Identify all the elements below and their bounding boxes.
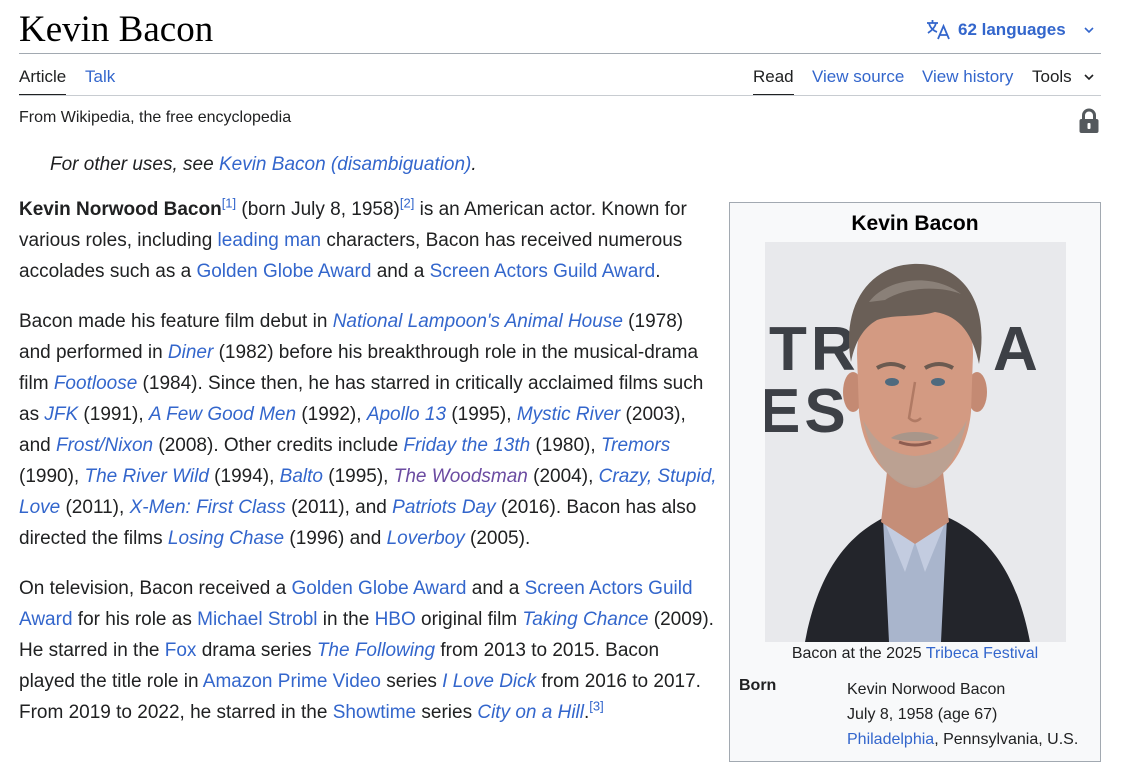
text: in the [317,609,375,630]
text: for his role as [72,609,198,630]
intro-paragraph: Kevin Norwood Bacon[1] (born July 8, 195… [19,194,717,287]
text: (1992), [296,404,367,425]
tools-menu[interactable]: Tools [1032,67,1096,87]
film-link[interactable]: Tremors [601,435,670,456]
text: series [416,702,478,723]
portrait-image[interactable]: TRI A EST [765,242,1066,642]
text: (1994), [208,466,280,487]
text: (1995), [322,466,394,487]
birth-name: Kevin Norwood Bacon [847,681,1006,698]
film-link[interactable]: National Lampoon's Animal House [333,311,623,332]
article-link[interactable]: Showtime [333,702,416,723]
chevron-down-icon [1084,27,1094,34]
portrait-illustration: TRI A EST [765,242,1066,642]
tab-article[interactable]: Article [19,67,67,96]
site-tagline: From Wikipedia, the free encyclopedia [19,109,292,126]
image-caption: Bacon at the 2025 Tribeca Festival [730,645,1100,663]
film-link[interactable]: Friday the 13th [403,435,530,456]
article-link[interactable]: HBO [375,609,416,630]
text: (2011), and [285,497,393,518]
film-link[interactable]: A Few Good Men [149,404,296,425]
text: (2004), [527,466,599,487]
text: (1995), [446,404,517,425]
birth-date: July 8, 1958 (age 67) [847,706,998,723]
film-link[interactable]: X-Men: First Class [130,497,286,518]
film-link[interactable]: Footloose [54,373,137,394]
caption-text: Bacon at the 2025 [791,645,926,662]
text: (1990), [19,466,85,487]
film-career-paragraph: Bacon made his feature film debut in Nat… [19,306,717,554]
tools-label: Tools [1032,67,1072,86]
disambiguation-link[interactable]: Kevin Bacon (disambiguation) [219,154,471,175]
text: (1996) and [284,528,387,549]
text: (2011), [60,497,130,518]
hatnote: For other uses, see Kevin Bacon (disambi… [50,154,477,176]
article-link[interactable]: Fox [165,640,197,661]
text: . [655,261,661,282]
film-link[interactable]: Apollo 13 [367,404,446,425]
infobox: Kevin Bacon TRI A EST Bacon at the 2025 … [729,202,1101,762]
reference-link[interactable]: [1] [222,196,236,211]
infobox-title: Kevin Bacon [851,212,979,235]
article-link[interactable]: Screen Actors Guild Award [430,261,656,282]
film-link[interactable]: Losing Chase [168,528,284,549]
television-paragraph: On television, Bacon received a Golden G… [19,573,717,728]
film-link[interactable]: The River Wild [84,466,208,487]
article-link[interactable]: City on a Hill [477,702,584,723]
article-body: Kevin Norwood Bacon[1] (born July 8, 195… [19,194,717,747]
text: Bacon made his feature film debut in [19,311,333,332]
text: (1980), [530,435,601,456]
text: original film [415,609,523,630]
text: series [380,671,443,692]
reference-link[interactable]: [2] [400,196,414,211]
tab-view-history[interactable]: View history [922,67,1013,87]
text: On television, Bacon received a [19,578,292,599]
caption-link[interactable]: Tribeca Festival [926,645,1038,662]
tab-view-source[interactable]: View source [812,67,904,87]
article-link[interactable]: Taking Chance [522,609,648,630]
tabs-divider [19,95,1101,96]
text: and a [371,261,430,282]
film-link[interactable]: Mystic River [517,404,620,425]
text: (1991), [78,404,149,425]
languages-button[interactable]: 62 languages [926,18,1096,42]
article-link[interactable]: Golden Globe Award [196,261,371,282]
film-link[interactable]: Frost/Nixon [56,435,153,456]
languages-label: 62 languages [958,20,1066,39]
birth-place-rest: , Pennsylvania, U.S. [934,731,1079,748]
hatnote-prefix: For other uses, see [50,154,219,175]
translate-icon [927,20,950,40]
article-link[interactable]: I Love Dick [442,671,536,692]
born-value: Kevin Norwood Bacon July 8, 1958 (age 67… [847,677,1078,752]
film-link[interactable]: Patriots Day [392,497,495,518]
hatnote-suffix: . [471,154,477,175]
reference-link[interactable]: [3] [589,699,603,714]
text: (2008). Other credits include [153,435,404,456]
article-link[interactable]: leading man [218,230,322,251]
text: (2005). [464,528,531,549]
film-link[interactable]: Balto [280,466,323,487]
text: drama series [196,640,317,661]
article-link[interactable]: The Following [317,640,435,661]
birth-place-link[interactable]: Philadelphia [847,731,934,748]
text: and a [466,578,525,599]
tab-talk[interactable]: Talk [85,67,115,87]
text: (born July 8, 1958) [236,199,400,220]
film-link[interactable]: JFK [44,404,78,425]
article-link[interactable]: Golden Globe Award [292,578,467,599]
tab-read[interactable]: Read [753,67,794,96]
film-link-visited[interactable]: The Woodsman [394,466,528,487]
title-divider [19,53,1101,54]
birth-place: Philadelphia, Pennsylvania, U.S. [847,727,1078,752]
film-link[interactable]: Loverboy [387,528,465,549]
article-link[interactable]: Michael Strobl [197,609,317,630]
born-label: Born [739,677,777,694]
lock-icon[interactable] [1078,108,1100,134]
chevron-down-icon [1084,74,1094,81]
subject-name: Kevin Norwood Bacon [19,199,222,220]
article-link[interactable]: Amazon Prime Video [203,671,381,692]
film-link[interactable]: Diner [168,342,213,363]
backdrop-text: A [993,315,1038,384]
page-title: Kevin Bacon [19,9,214,50]
